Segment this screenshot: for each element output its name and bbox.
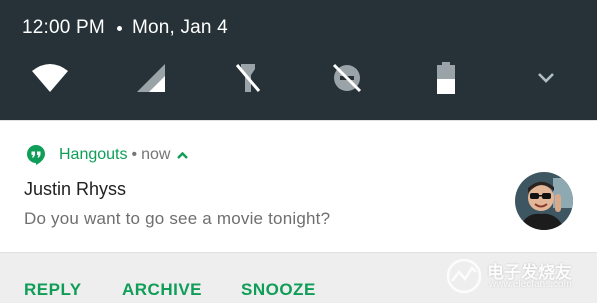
snooze-button[interactable]: SNOOZE [241,280,316,300]
dnd-tile[interactable] [327,58,367,98]
chevron-up-icon[interactable] [176,149,189,162]
notification-header: Hangouts • now [25,143,189,167]
chevron-down-icon [538,73,554,83]
notification-title: Justin Rhyss [24,179,127,199]
flashlight-off-icon [235,64,261,92]
cellular-tile[interactable] [131,58,171,98]
hangouts-icon [27,145,45,165]
wifi-tile[interactable] [30,58,70,98]
do-not-disturb-off-icon [332,63,362,93]
notification-text: Do you want to go see a movie tonight? [24,209,331,228]
status-header: 12:00 PM Mon, Jan 4 [22,13,228,43]
watermark-url: www.elecfans.com [489,279,572,290]
contact-avatar [515,172,573,230]
expand-quick-settings-button[interactable] [526,58,566,98]
flashlight-tile[interactable] [228,58,268,98]
wifi-icon [32,64,68,92]
watermark-logo [446,258,482,294]
app-name: Hangouts [59,146,128,163]
date-label: Mon, Jan 4 [131,17,228,38]
battery-tile[interactable] [426,58,466,98]
watermark: 电子发烧友 www.elecfans.com [445,256,587,296]
cellular-signal-icon [137,64,165,92]
quick-settings-panel: 12:00 PM Mon, Jan 4 [0,0,597,120]
notification-card[interactable]: Hangouts • now Justin Rhyss Do you want … [0,120,597,252]
separator-dot [116,25,122,31]
clock-time: 12:00 PM [22,17,105,38]
notification-time: now [141,146,171,163]
battery-icon [437,62,455,94]
archive-button[interactable]: ARCHIVE [122,280,202,300]
header-separator: • [131,146,138,163]
reply-button[interactable]: REPLY [24,280,82,300]
